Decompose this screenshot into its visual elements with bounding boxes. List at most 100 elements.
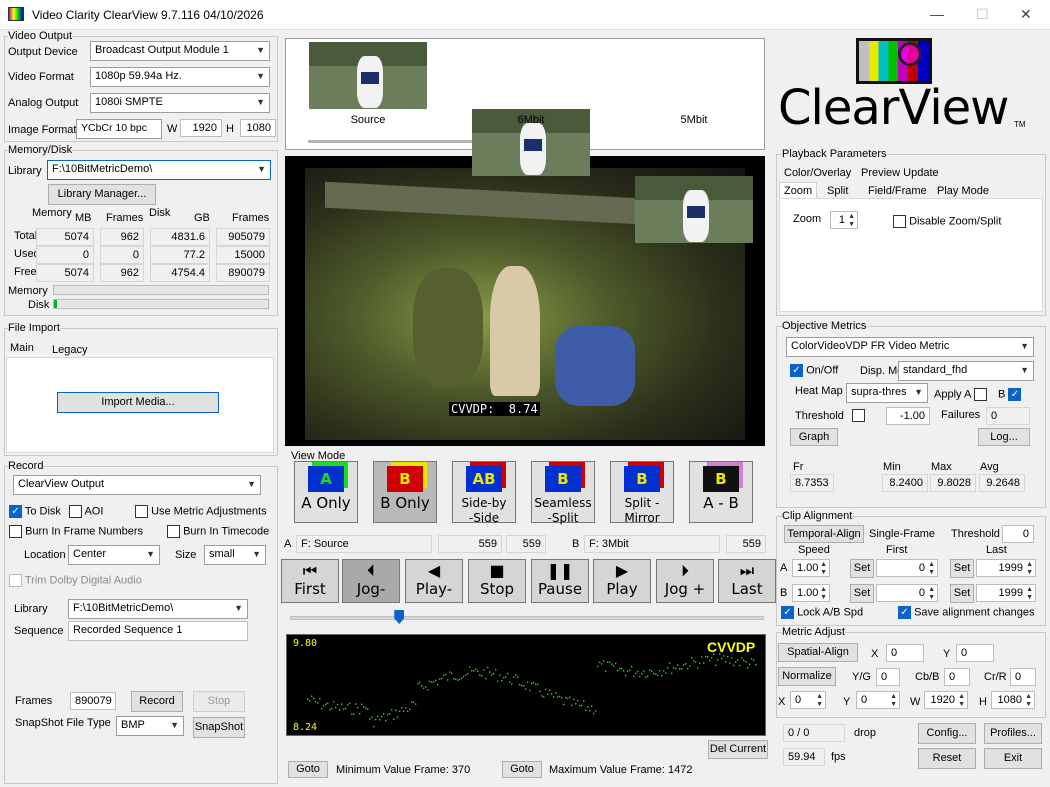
align-speed-spinner[interactable]: 1.00 ▲ ▼ [792, 584, 830, 602]
goto-min-button[interactable]: Goto [288, 761, 328, 778]
align-first-spinner[interactable]: 0 ▲ ▼ [876, 559, 938, 577]
onoff-checkbox[interactable]: ✓ On/Off [790, 364, 838, 377]
threshold-checkbox[interactable] [852, 409, 865, 422]
crr-field[interactable]: 0 [1010, 668, 1036, 686]
transport-pause-button[interactable]: ❚❚ Pause [531, 559, 589, 603]
sa-y-field[interactable]: 0 [956, 644, 994, 662]
x2-field[interactable]: 0 ▲ ▼ [790, 691, 826, 709]
align-threshold-field[interactable]: 0 [1002, 525, 1034, 543]
graph-point [739, 664, 741, 667]
location-select[interactable]: Center ▼ [68, 545, 160, 565]
transport-play-button[interactable]: ◀ Play- [405, 559, 463, 603]
output-height-field[interactable]: 1080 [240, 119, 276, 137]
view-mode-button[interactable]: B Split - Mirror [610, 461, 674, 525]
y2-field[interactable]: 0 ▲ ▼ [856, 691, 900, 709]
tab-preview-update[interactable]: Preview Update [857, 165, 943, 181]
apply-a-checkbox[interactable]: Apply A [934, 388, 987, 401]
snapshot-button[interactable]: SnapShot [193, 717, 245, 738]
burn-frames-checkbox[interactable]: Burn In Frame Numbers [9, 525, 143, 538]
set-first-button[interactable]: Set [850, 559, 874, 578]
frame-slider-track[interactable] [290, 616, 764, 620]
output-device-select[interactable]: Broadcast Output Module 1 ▼ [90, 41, 270, 61]
output-width-field[interactable]: 1920 [180, 119, 222, 137]
cbb-field[interactable]: 0 [944, 668, 970, 686]
disp-mdl-select[interactable]: standard_fhd ▼ [898, 361, 1034, 381]
save-alignment-checkbox[interactable]: ✓ Save alignment changes [898, 606, 1035, 619]
h2-field[interactable]: 1080 ▲ ▼ [991, 691, 1035, 709]
set-first-button[interactable]: Set [850, 584, 874, 603]
record-output-select[interactable]: ClearView Output ▼ [13, 475, 261, 495]
video-format-select[interactable]: 1080p 59.94a Hz. ▼ [90, 67, 270, 87]
record-button[interactable]: Record [131, 691, 183, 712]
normalize-button[interactable]: Normalize [778, 667, 836, 686]
profiles-button[interactable]: Profiles... [984, 723, 1042, 744]
zoom-spinner[interactable]: 1 ▲ ▼ [830, 211, 858, 229]
transport-first-button[interactable]: ⏮ First [281, 559, 339, 603]
align-last-spinner[interactable]: 1999 ▲ ▼ [976, 559, 1036, 577]
tab-field-frame[interactable]: Field/Frame [864, 183, 931, 199]
log-button[interactable]: Log... [978, 428, 1030, 446]
config-button[interactable]: Config... [918, 723, 976, 744]
size-select[interactable]: small ▼ [204, 545, 266, 565]
graph-button[interactable]: Graph [790, 428, 838, 446]
tab-legacy[interactable]: Legacy [48, 342, 91, 358]
view-mode-button[interactable]: B B Only [373, 461, 437, 523]
thumbnail-scrollbar[interactable] [308, 140, 490, 143]
to-disk-checkbox[interactable]: ✓ To Disk [9, 505, 61, 518]
record-library-select[interactable]: F:\10BitMetricDemo\ ▼ [68, 599, 248, 619]
view-mode-button[interactable]: B A - B [689, 461, 753, 523]
view-mode-button[interactable]: A A Only [294, 461, 358, 523]
import-media-button[interactable]: Import Media... [57, 392, 219, 413]
tab-play-mode[interactable]: Play Mode [933, 183, 993, 199]
w2-field[interactable]: 1920 ▲ ▼ [924, 691, 968, 709]
tab-color-overlay[interactable]: Color/Overlay [780, 165, 855, 181]
metric-select[interactable]: ColorVideoVDP FR Video Metric ▼ [786, 337, 1034, 357]
transport-jog-button[interactable]: ⏴ Jog- [342, 559, 400, 603]
align-speed-spinner[interactable]: 1.00 ▲ ▼ [792, 559, 830, 577]
library-select[interactable]: F:\10BitMetricDemo\ ▼ [47, 160, 271, 180]
image-format-select[interactable]: YCbCr 10 bpc [76, 119, 162, 139]
thumbnail-image[interactable] [635, 176, 753, 243]
apply-b-checkbox[interactable]: B ✓ [998, 388, 1022, 401]
goto-max-button[interactable]: Goto [502, 761, 542, 778]
maximize-icon[interactable]: ☐ [976, 6, 989, 23]
frame-slider-thumb[interactable] [394, 610, 405, 624]
view-mode-cube-icon: B [703, 466, 739, 492]
transport-stop-button[interactable]: ■ Stop [468, 559, 526, 603]
thumbnail-image[interactable] [309, 42, 427, 109]
temporal-align-button[interactable]: Temporal-Align [784, 525, 864, 543]
tab-main[interactable]: Main [6, 340, 38, 356]
set-last-button[interactable]: Set [950, 559, 974, 578]
library-manager-button[interactable]: Library Manager... [48, 184, 156, 205]
tab-split[interactable]: Split [823, 183, 852, 199]
minimize-icon[interactable]: — [930, 6, 944, 22]
close-icon[interactable]: ✕ [1020, 6, 1032, 23]
use-metric-checkbox[interactable]: Use Metric Adjustments [135, 505, 267, 518]
aoi-checkbox[interactable]: AOI [69, 505, 103, 518]
snapshot-type-select[interactable]: BMP ▼ [116, 716, 184, 736]
set-last-button[interactable]: Set [950, 584, 974, 603]
tab-zoom[interactable]: Zoom [779, 182, 818, 199]
spatial-align-button[interactable]: Spatial-Align [778, 643, 858, 662]
transport-last-button[interactable]: ⏭ Last [718, 559, 776, 603]
graph-point [725, 661, 727, 663]
sa-x-field[interactable]: 0 [886, 644, 924, 662]
burn-timecode-checkbox[interactable]: Burn In Timecode [167, 525, 269, 538]
yg-field[interactable]: 0 [876, 668, 900, 686]
reset-button[interactable]: Reset [918, 748, 976, 769]
view-mode-button[interactable]: AB Side-by -Side [452, 461, 516, 525]
analog-output-select[interactable]: 1080i SMPTE ▼ [90, 93, 270, 113]
align-last-spinner[interactable]: 1999 ▲ ▼ [976, 584, 1036, 602]
transport-jog-button[interactable]: ⏵ Jog + [656, 559, 714, 603]
sequence-field[interactable]: Recorded Sequence 1 [68, 621, 248, 641]
exit-button[interactable]: Exit [984, 748, 1042, 769]
threshold-field[interactable]: -1.00 [886, 407, 930, 425]
align-first-spinner[interactable]: 0 ▲ ▼ [876, 584, 938, 602]
del-current-button[interactable]: Del Current [708, 740, 768, 759]
disable-zoom-checkbox[interactable]: Disable Zoom/Split [893, 215, 1001, 228]
trim-dolby-checkbox[interactable]: Trim Dolby Digital Audio [9, 574, 142, 587]
heatmap-select[interactable]: supra-thres ▼ [846, 383, 928, 403]
transport-play-button[interactable]: ▶ Play [593, 559, 651, 603]
lock-speed-checkbox[interactable]: ✓ Lock A/B Spd [781, 606, 863, 619]
view-mode-button[interactable]: B Seamless -Split [531, 461, 595, 525]
